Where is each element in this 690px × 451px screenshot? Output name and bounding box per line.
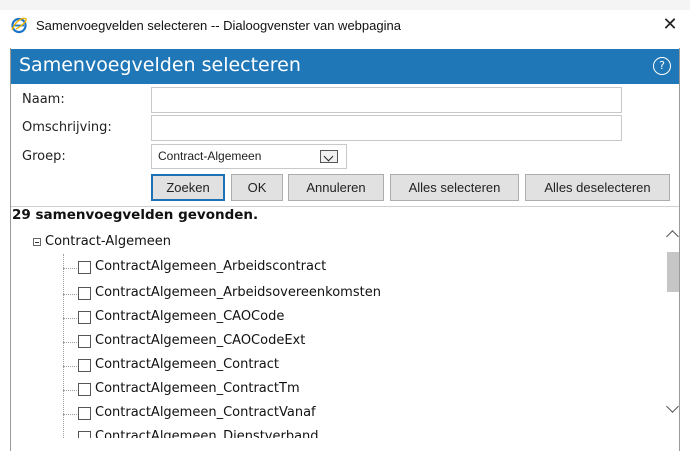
group-select-value: Contract-Algemeen: [158, 149, 262, 163]
close-icon[interactable]: ✕: [660, 15, 680, 35]
chevron-down-icon: [323, 151, 334, 162]
scrollbar-thumb[interactable]: [667, 252, 679, 292]
cancel-button[interactable]: Annuleren: [288, 174, 384, 201]
dialog-bottom: [11, 438, 679, 451]
results-panel: 29 samenvoegvelden gevonden. Contract-Al…: [11, 207, 667, 438]
tree-connector: [63, 414, 77, 415]
group-select[interactable]: Contract-Algemeen: [151, 144, 347, 169]
description-field[interactable]: [151, 115, 622, 141]
item-label: ContractAlgemeen_Contract: [95, 357, 279, 372]
select-all-button[interactable]: Alles selecteren: [390, 174, 519, 201]
tree-connector: [63, 294, 77, 295]
item-label: ContractAlgemeen_ContractTm: [95, 381, 300, 396]
name-field[interactable]: [151, 87, 622, 113]
item-label: ContractAlgemeen_Arbeidsovereenkomsten: [95, 285, 381, 300]
checkbox[interactable]: [78, 261, 91, 274]
ok-button[interactable]: OK: [231, 174, 283, 201]
checkbox[interactable]: [78, 383, 91, 396]
checkbox[interactable]: [78, 431, 91, 438]
tree-connector: [63, 342, 77, 343]
tree-connector: [63, 254, 64, 438]
scroll-up-icon[interactable]: [666, 230, 679, 243]
checkbox[interactable]: [78, 407, 91, 420]
tree-connector: [63, 318, 77, 319]
vertical-scrollbar[interactable]: [666, 210, 679, 438]
checkbox[interactable]: [78, 335, 91, 348]
tree-root-label: Contract-Algemeen: [45, 234, 171, 249]
window-title: Samenvoegvelden selecteren -- Dialoogven…: [36, 18, 401, 33]
dialog-title: Samenvoegvelden selecteren: [19, 54, 301, 76]
tree-connector: [63, 390, 77, 391]
checkbox[interactable]: [78, 311, 91, 324]
window-titlebar: Samenvoegvelden selecteren -- Dialoogven…: [0, 0, 690, 40]
checkbox[interactable]: [78, 359, 91, 372]
checkbox[interactable]: [78, 287, 91, 300]
description-label: Omschrijving:: [22, 120, 112, 135]
scroll-down-icon[interactable]: [666, 400, 679, 413]
item-label: ContractAlgemeen_Arbeidscontract: [95, 259, 327, 274]
deselect-all-button[interactable]: Alles deselecteren: [525, 174, 670, 201]
item-label: ContractAlgemeen_CAOCodeExt: [95, 333, 306, 348]
help-icon[interactable]: ?: [653, 57, 671, 75]
tree-connector: [63, 268, 77, 269]
ie-icon: [11, 17, 27, 34]
search-button[interactable]: Zoeken: [151, 174, 225, 201]
name-label: Naam:: [22, 92, 65, 107]
group-label: Groep:: [22, 149, 66, 164]
collapse-icon[interactable]: [33, 238, 41, 246]
results-summary: 29 samenvoegvelden gevonden.: [12, 207, 259, 223]
item-label: ContractAlgemeen_ContractVanaf: [95, 405, 316, 420]
item-label: ContractAlgemeen_CAOCode: [95, 309, 285, 324]
tree-connector: [63, 366, 77, 367]
dialog-header: Samenvoegvelden selecteren ?: [11, 49, 679, 84]
dropdown-button[interactable]: [320, 150, 338, 163]
item-label: ContractAlgemeen_Dienstverband: [95, 429, 319, 438]
